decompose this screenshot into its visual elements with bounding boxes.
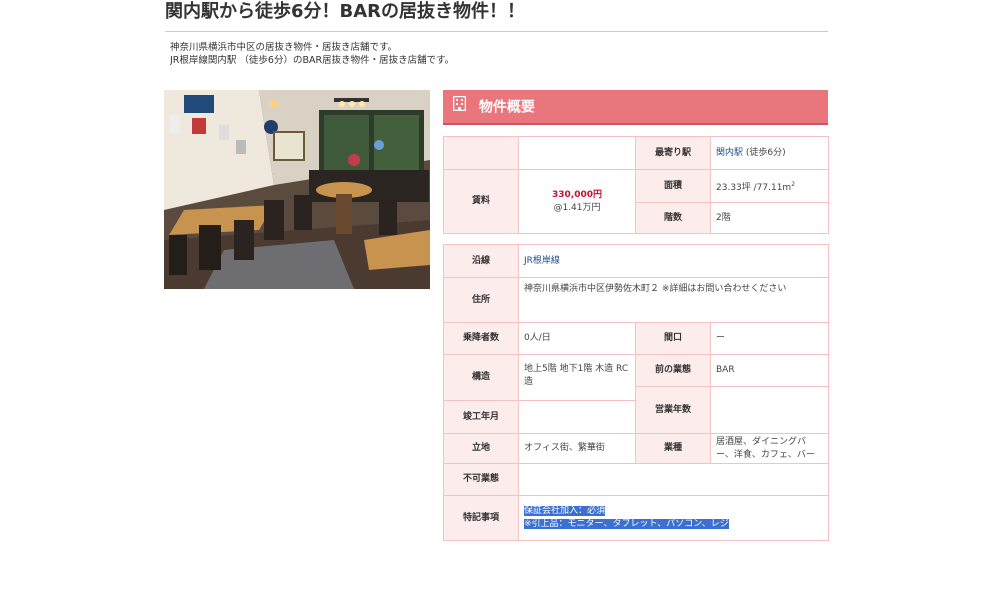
years-value <box>710 386 829 434</box>
notes-value: 保証会社加入：必須 ※引上品：モニター、タブレット、パソコン、レジ <box>518 495 829 541</box>
prohibited-value <box>518 463 829 496</box>
area-value: 23.33坪 /77.11m2 <box>710 169 829 203</box>
empty-label-cell <box>443 136 519 170</box>
passengers-label: 乗降者数 <box>443 322 519 355</box>
built-value <box>518 400 636 434</box>
property-photo[interactable] <box>164 90 430 289</box>
prohibited-label: 不可業態 <box>443 463 519 496</box>
prev-business-value: BAR <box>710 354 829 387</box>
notes-label: 特記事項 <box>443 495 519 541</box>
notes-line-1: 保証会社加入：必須 <box>524 506 606 516</box>
station-value: 関内駅 (徒歩6分) <box>710 136 829 170</box>
station-link[interactable]: 関内駅 <box>716 148 743 158</box>
line-label: 沿線 <box>443 244 519 278</box>
address-value: 神奈川県横浜市中区伊勢佐木町２ ※詳細はお問い合わせください <box>518 277 829 323</box>
line-link[interactable]: JR根岸線 <box>524 256 560 266</box>
floor-label: 階数 <box>635 202 711 234</box>
description-line-1: 神奈川県横浜市中区の居抜き物件・居抜き店舗です。 <box>170 42 398 53</box>
area-label: 面積 <box>635 169 711 203</box>
property-description: 神奈川県横浜市中区の居抜き物件・居抜き店舗です。 JR根岸線関内駅 （徒歩6分）… <box>170 41 454 77</box>
rent-per-tsubo: @1.41万円 <box>553 202 601 213</box>
page-title: 関内駅から徒歩6分！BARの居抜き物件！！ <box>165 1 526 22</box>
structure-label: 構造 <box>443 354 519 401</box>
bar-interior-image <box>164 90 430 289</box>
location-value: オフィス街、繁華街 <box>518 433 636 464</box>
area-sup: 2 <box>791 180 796 188</box>
title-divider <box>165 31 828 32</box>
location-label: 立地 <box>443 433 519 464</box>
rent-price: 330,000円 <box>552 189 602 200</box>
overview-header: 物件概要 <box>443 90 828 125</box>
station-label: 最寄り駅 <box>635 136 711 170</box>
frontage-value: ー <box>710 322 829 355</box>
description-line-2: JR根岸線関内駅 （徒歩6分）のBAR居抜き物件・居抜き店舗です。 <box>170 55 455 66</box>
rent-label: 賃料 <box>443 169 519 234</box>
prev-business-label: 前の業態 <box>635 354 711 387</box>
category-value: 居酒屋、ダイニングバー、洋食、カフェ、バー <box>710 433 829 464</box>
station-walk: (徒歩6分) <box>743 147 786 158</box>
overview-header-text: 物件概要 <box>478 99 535 116</box>
years-label: 営業年数 <box>635 386 711 434</box>
category-label: 業種 <box>635 433 711 464</box>
floor-value: 2階 <box>710 202 829 234</box>
empty-value-cell <box>518 136 636 170</box>
built-label: 竣工年月 <box>443 400 519 434</box>
address-label: 住所 <box>443 277 519 323</box>
area-text: 23.33坪 /77.11m <box>716 182 792 193</box>
overview-table: 最寄り駅 関内駅 (徒歩6分) 賃料 330,000円 @1.41万円 面積 2… <box>443 136 829 234</box>
line-value: JR根岸線 <box>518 244 829 278</box>
building-icon <box>452 90 467 125</box>
frontage-label: 間口 <box>635 322 711 355</box>
passengers-value: 0人/日 <box>518 322 636 355</box>
details-table: 沿線 JR根岸線 住所 神奈川県横浜市中区伊勢佐木町２ ※詳細はお問い合わせくだ… <box>443 244 829 541</box>
notes-line-2: ※引上品：モニター、タブレット、パソコン、レジ <box>524 519 729 529</box>
structure-value: 地上5階 地下1階 木造 RC造 <box>518 354 636 401</box>
rent-value: 330,000円 @1.41万円 <box>518 169 636 234</box>
